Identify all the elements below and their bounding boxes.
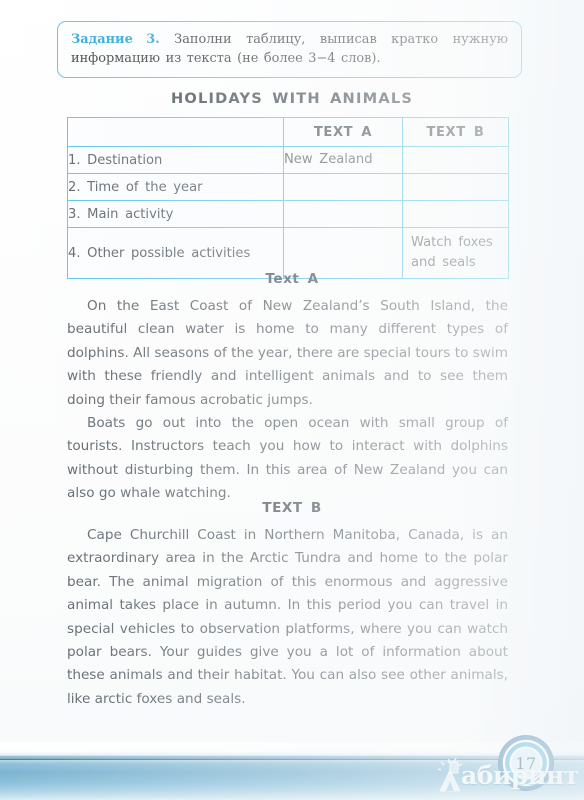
text-b-body: Cape Churchill Coast in Northern Manitob… [67,524,508,711]
table-row: 3. Main activity [67,200,509,228]
labirint-watermark: абиринт [437,757,584,797]
row-label-destination: 1. Destination [67,146,284,174]
table-header-row: TEXT A TEXT B [67,117,509,147]
cell-time-of-year-text-a[interactable] [283,173,403,201]
text-b-heading: TEXT B [262,500,322,516]
row-label-time-of-year: 2. Time of the year [67,173,284,201]
table-row: 2. Time of the year [67,173,509,201]
cell-time-of-year-text-b[interactable] [402,173,509,201]
text-a-heading: Text A [265,271,319,287]
cell-main-activity-text-b[interactable] [402,200,509,228]
task-callout: Задание 3. Заполни таблицу, выписав крат… [57,21,522,78]
watermark-text: абиринт [461,761,579,790]
cell-destination-text-a[interactable]: New Zealand [283,146,403,174]
cell-destination-text-b[interactable] [402,146,509,174]
table-header-text-b: TEXT B [402,117,509,147]
row-label-main-activity: 3. Main activity [67,200,284,228]
text-a-paragraph-1: On the East Coast of New Zealand’s South… [67,298,508,408]
text-a-paragraph-2: Boats go out into the open ocean with sm… [67,415,508,502]
holidays-table: TEXT A TEXT B 1. Destination New Zealand… [67,117,509,279]
text-b-paragraph-1: Cape Churchill Coast in Northern Manitob… [67,527,508,707]
page-sheet: Задание 3. Заполни таблицу, выписав крат… [0,0,584,800]
table-row: 1. Destination New Zealand [67,146,509,174]
text-a-body: On the East Coast of New Zealand’s South… [67,295,508,506]
task-number-label: Задание 3. [71,32,160,47]
task-instruction: Задание 3. Заполни таблицу, выписав крат… [71,30,508,68]
holidays-table-wrapper: TEXT A TEXT B 1. Destination New Zealand… [67,117,509,279]
table-header-text-a: TEXT A [283,117,403,147]
table-title: HOLIDAYS WITH ANIMALS [170,90,414,107]
table-header-blank [67,117,284,147]
cell-main-activity-text-a[interactable] [283,200,403,228]
